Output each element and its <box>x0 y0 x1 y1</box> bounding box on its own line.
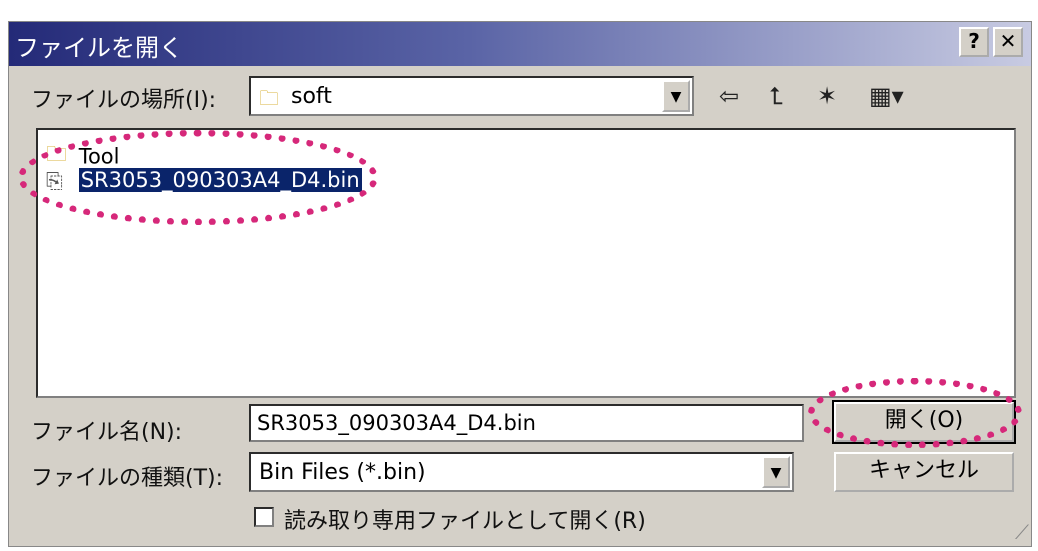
view-menu-icon[interactable]: ▦▾ <box>869 82 904 110</box>
filetype-combobox[interactable]: Bin Files (*.bin) ▼ <box>249 452 794 492</box>
help-button[interactable]: ? <box>959 27 989 57</box>
highlight-ring-open <box>808 378 1022 448</box>
highlight-ring-file <box>18 130 378 225</box>
back-icon[interactable]: ⇦ <box>719 82 739 110</box>
up-folder-icon[interactable]: ⮤ <box>769 82 783 110</box>
filetype-dropdown-arrow[interactable]: ▼ <box>762 456 790 488</box>
readonly-label: 読み取り専用ファイルとして開く(R) <box>284 509 646 534</box>
filename-input[interactable] <box>249 404 804 442</box>
resize-grip-icon[interactable]: ⟋ <box>1015 520 1029 544</box>
folder-icon: 🗀 <box>259 86 279 110</box>
location-value: soft <box>291 84 332 109</box>
location-dropdown-arrow[interactable]: ▼ <box>662 80 690 112</box>
new-folder-icon[interactable]: ✶ <box>817 82 837 110</box>
window-title: ファイルを開く <box>15 34 183 62</box>
location-combobox[interactable]: 🗀 soft ▼ <box>249 76 694 116</box>
title-bar[interactable]: ファイルを開く ? ✕ <box>9 22 1031 66</box>
filename-field[interactable] <box>251 406 802 440</box>
cancel-button[interactable]: キャンセル <box>834 452 1014 492</box>
filetype-label: ファイルの種類(T): <box>31 466 224 491</box>
location-label: ファイルの場所(I): <box>31 88 217 113</box>
readonly-checkbox[interactable] <box>254 507 274 527</box>
filetype-value: Bin Files (*.bin) <box>259 460 426 485</box>
filename-label: ファイル名(N): <box>31 420 183 445</box>
open-file-dialog: ファイルを開く ? ✕ ファイルの場所(I): 🗀 soft ▼ ⇦ ⮤ ✶ ▦… <box>8 21 1032 547</box>
close-button[interactable]: ✕ <box>993 27 1023 57</box>
